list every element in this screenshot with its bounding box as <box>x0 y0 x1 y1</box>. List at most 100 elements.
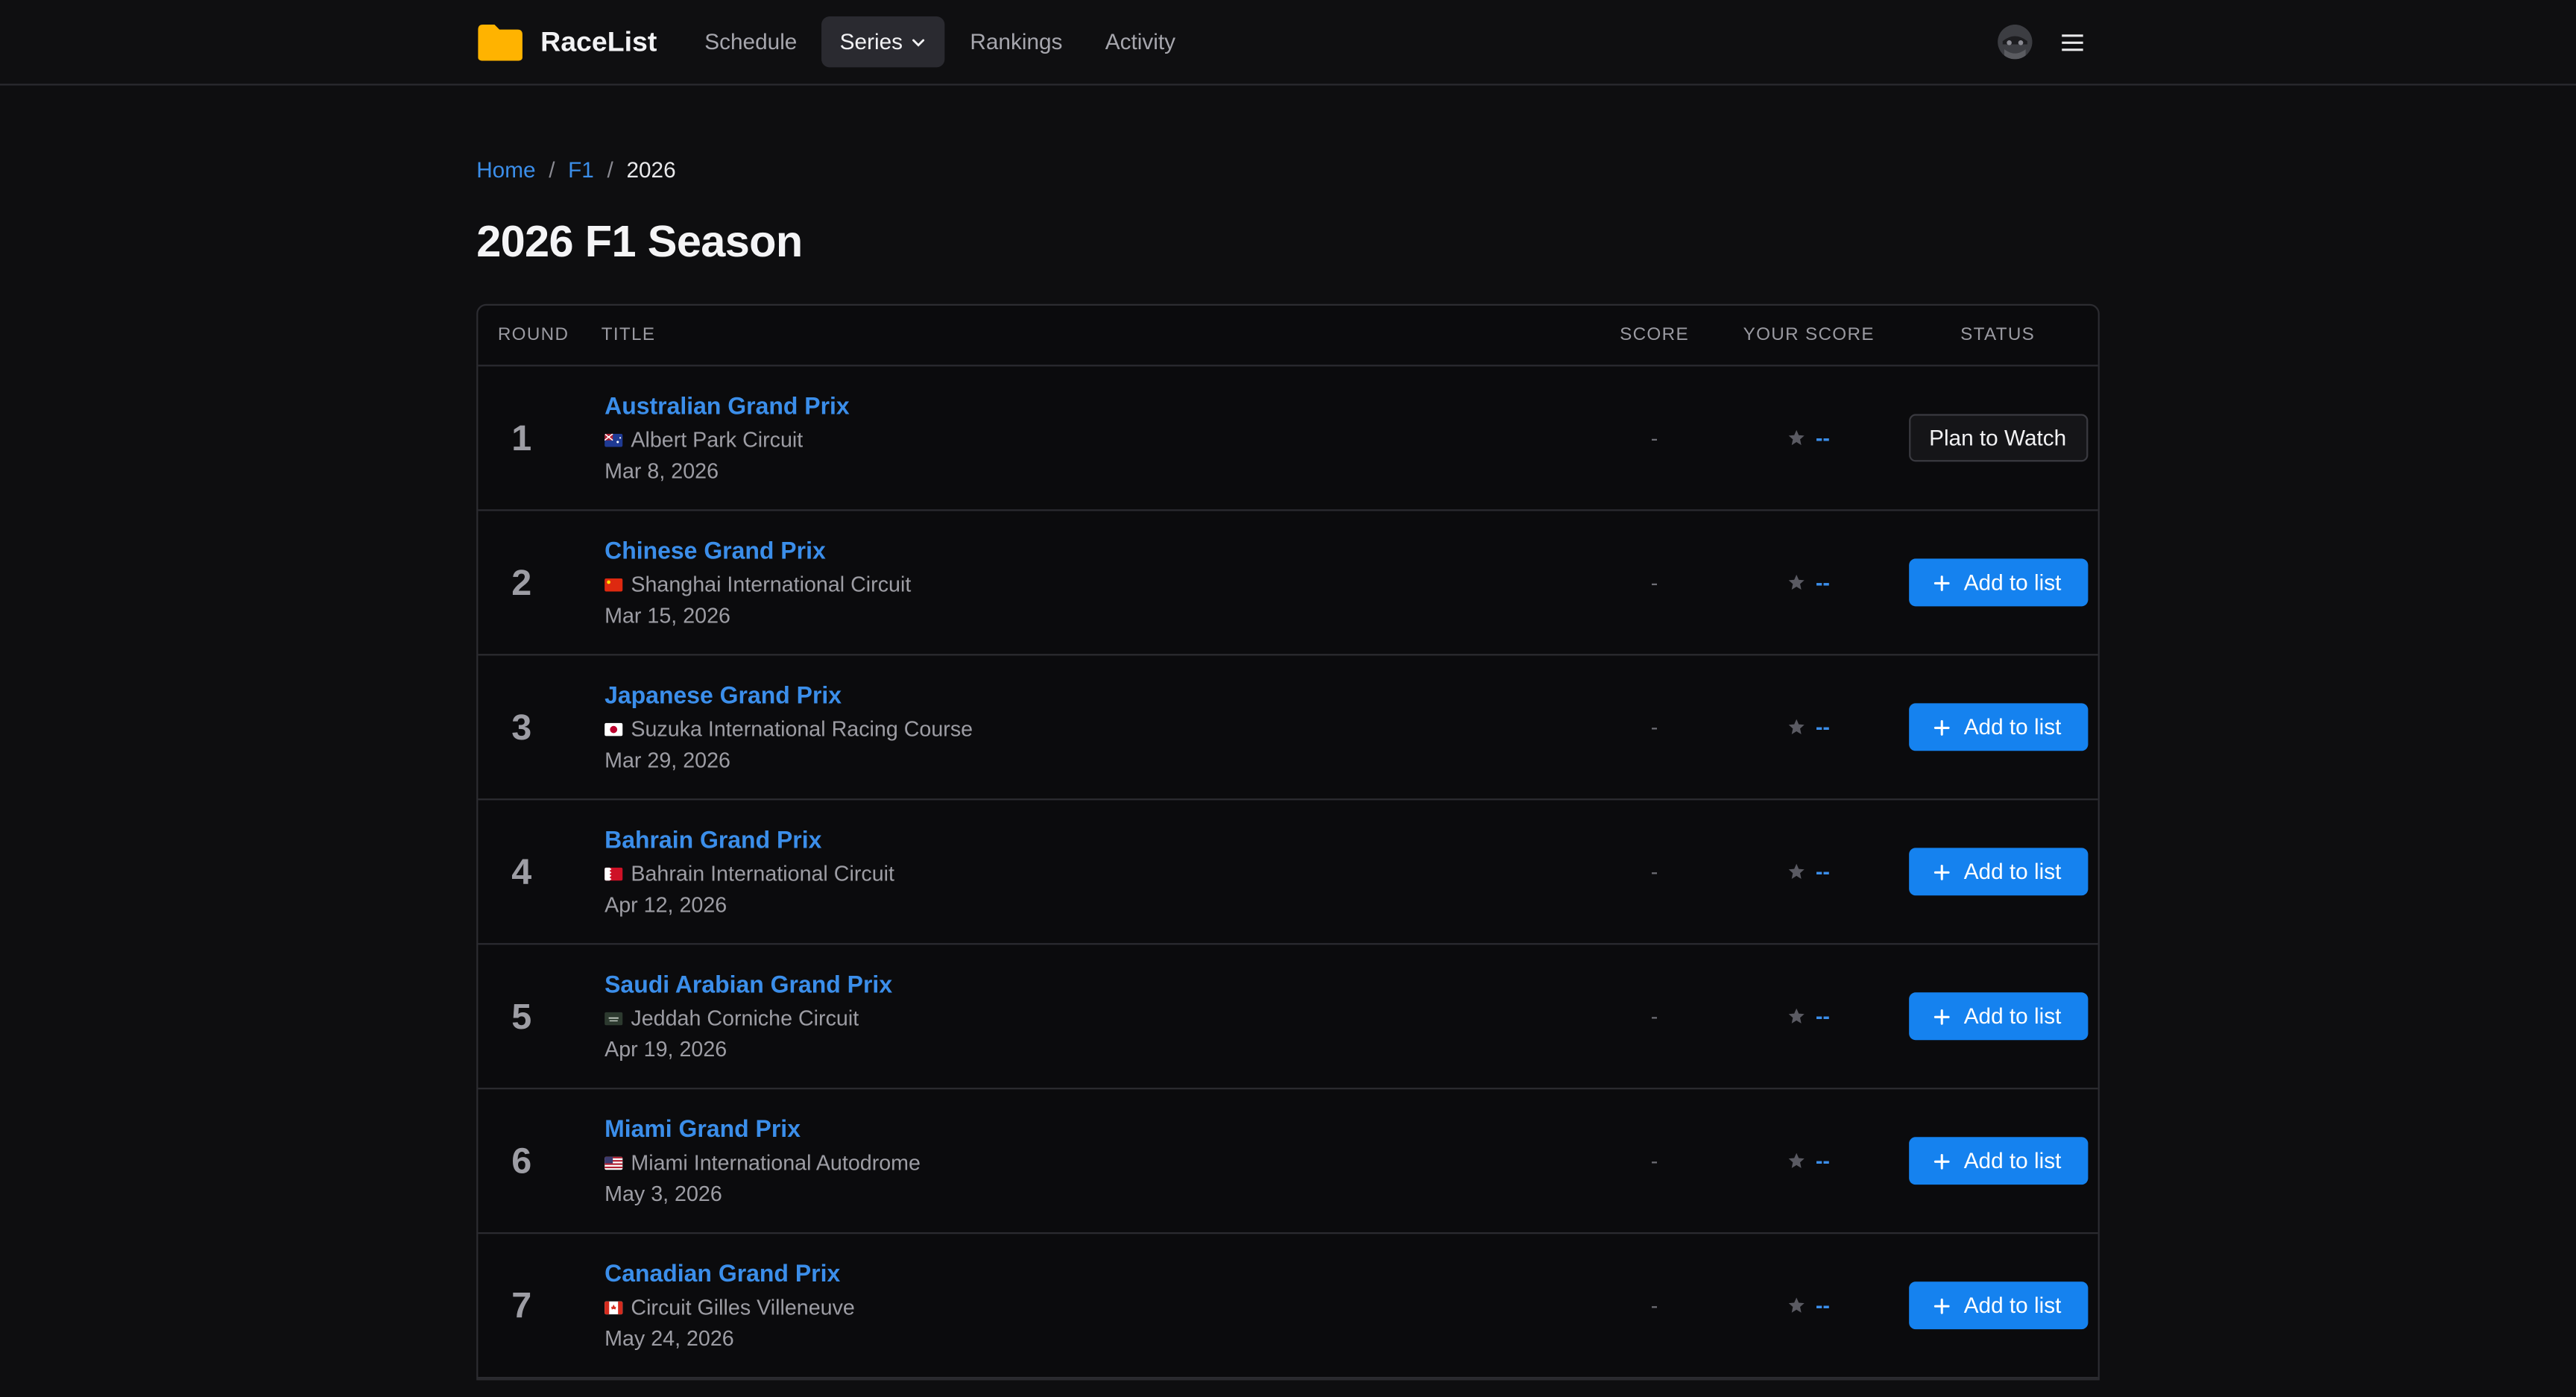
table-row: 1 Australian Grand Prix Albert Park Circ… <box>478 367 2098 511</box>
your-score-value: -- <box>1815 714 1830 740</box>
score-value: - <box>1650 1148 1658 1173</box>
plus-icon <box>1934 1297 1951 1314</box>
nav-item-activity[interactable]: Activity <box>1087 16 1193 67</box>
star-icon <box>1789 1152 1805 1168</box>
plus-icon <box>1934 863 1951 880</box>
australia-flag-icon <box>604 433 623 447</box>
status-label: Add to list <box>1963 1148 2062 1173</box>
column-header-round: ROUND <box>497 325 569 345</box>
race-title-cell: Australian Grand Prix Albert Park Circui… <box>583 393 1588 483</box>
user-avatar-icon <box>1998 25 2033 60</box>
race-name-link[interactable]: Miami Grand Prix <box>604 1116 1588 1146</box>
star-icon <box>1789 719 1805 735</box>
status-cell: Add to list <box>1898 1281 2098 1330</box>
china-flag-icon <box>604 578 623 592</box>
race-name-link[interactable]: Bahrain Grand Prix <box>604 827 1588 857</box>
score-value: - <box>1650 1293 1658 1318</box>
star-icon <box>1789 1008 1805 1024</box>
your-score-rating[interactable]: -- <box>1720 426 1898 450</box>
plus-icon <box>1934 719 1951 735</box>
status-label: Add to list <box>1963 1003 2062 1029</box>
race-date: May 24, 2026 <box>604 1325 734 1351</box>
race-name-link[interactable]: Chinese Grand Prix <box>604 537 1588 567</box>
top-navigation-inner: RaceList Schedule Series Rankings Activi… <box>476 0 2100 83</box>
status-label: Add to list <box>1963 570 2062 595</box>
table-row: 4 Bahrain Grand Prix Bahrain Internation… <box>478 800 2098 945</box>
your-score-value: -- <box>1815 1148 1830 1173</box>
avatar[interactable] <box>1998 25 2033 60</box>
table-row: 2 Chinese Grand Prix Shanghai Internatio… <box>478 511 2098 656</box>
nav-item-series[interactable]: Series <box>821 16 946 68</box>
round-number: 1 <box>511 416 532 458</box>
score-value: - <box>1650 1003 1658 1029</box>
breadcrumb-home-link[interactable]: Home <box>476 158 535 183</box>
race-date: Mar 8, 2026 <box>604 458 719 484</box>
table-row: 5 Saudi Arabian Grand Prix Jeddah Cornic… <box>478 945 2098 1090</box>
canada-flag-icon <box>604 1301 623 1315</box>
add-to-list-button[interactable]: Add to list <box>1908 558 2088 607</box>
race-name-link[interactable]: Japanese Grand Prix <box>604 682 1588 712</box>
star-icon <box>1789 574 1805 590</box>
race-date: Mar 29, 2026 <box>604 747 730 772</box>
race-name-link[interactable]: Canadian Grand Prix <box>604 1261 1588 1290</box>
circuit-line: Albert Park Circuit <box>604 427 1588 453</box>
nav-item-schedule[interactable]: Schedule <box>686 16 815 67</box>
circuit-line: Suzuka International Racing Course <box>604 716 1588 742</box>
score-value: - <box>1650 425 1658 450</box>
plus-icon <box>1934 1152 1951 1169</box>
status-cell: Add to list <box>1898 703 2098 751</box>
menu-icon[interactable] <box>2062 32 2083 51</box>
circuit-name: Miami International Autodrome <box>631 1150 921 1175</box>
your-score-rating[interactable]: -- <box>1720 715 1898 740</box>
race-date: Apr 12, 2026 <box>604 892 727 917</box>
circuit-line: Bahrain International Circuit <box>604 861 1588 887</box>
race-name-link[interactable]: Saudi Arabian Grand Prix <box>604 971 1588 1001</box>
race-title-cell: Bahrain Grand Prix Bahrain International… <box>583 827 1588 917</box>
round-number: 3 <box>511 705 532 747</box>
round-number: 5 <box>511 994 532 1036</box>
race-name-link[interactable]: Australian Grand Prix <box>604 393 1588 423</box>
top-navigation-bar: RaceList Schedule Series Rankings Activi… <box>0 0 2576 86</box>
race-date: May 3, 2026 <box>604 1181 722 1206</box>
race-title-cell: Miami Grand Prix Miami International Aut… <box>583 1116 1588 1206</box>
column-header-score: SCORE <box>1620 325 1689 345</box>
add-to-list-button[interactable]: Add to list <box>1908 703 2088 751</box>
circuit-name: Albert Park Circuit <box>631 427 804 452</box>
your-score-rating[interactable]: -- <box>1720 1149 1898 1173</box>
add-to-list-button[interactable]: Add to list <box>1908 992 2088 1041</box>
circuit-name: Circuit Gilles Villeneuve <box>631 1294 855 1319</box>
nav-item-label: Rankings <box>970 29 1063 54</box>
score-value: - <box>1650 714 1658 740</box>
race-title-cell: Japanese Grand Prix Suzuka International… <box>583 682 1588 772</box>
usa-flag-icon <box>604 1156 623 1170</box>
table-row: 6 Miami Grand Prix Miami International A… <box>478 1089 2098 1234</box>
bahrain-flag-icon <box>604 867 623 881</box>
table-row: 7 Canadian Grand Prix Circuit Gilles Vil… <box>478 1234 2098 1379</box>
column-header-title: TITLE <box>601 325 656 345</box>
main-nav: Schedule Series Rankings Activity <box>686 16 1200 68</box>
add-to-list-button[interactable]: Add to list <box>1908 1281 2088 1330</box>
breadcrumb: Home / F1 / 2026 <box>476 158 2100 183</box>
page-title: 2026 F1 Season <box>476 216 803 267</box>
circuit-line: Shanghai International Circuit <box>604 572 1588 598</box>
race-title-cell: Chinese Grand Prix Shanghai Internationa… <box>583 537 1588 628</box>
breadcrumb-series-link[interactable]: F1 <box>568 158 594 183</box>
add-to-list-button[interactable]: Add to list <box>1908 1137 2088 1185</box>
star-icon <box>1789 429 1805 446</box>
your-score-value: -- <box>1815 1293 1830 1318</box>
nav-item-label: Series <box>839 29 903 54</box>
plan-to-watch-button[interactable]: Plan to Watch <box>1908 414 2088 462</box>
circuit-name: Suzuka International Racing Course <box>631 716 973 742</box>
status-label: Add to list <box>1963 714 2062 740</box>
main-content: Home / F1 / 2026 2026 F1 Season ROUND TI… <box>476 86 2100 1381</box>
your-score-rating[interactable]: -- <box>1720 1004 1898 1029</box>
your-score-rating[interactable]: -- <box>1720 570 1898 595</box>
circuit-name: Bahrain International Circuit <box>631 860 894 886</box>
your-score-value: -- <box>1815 1003 1830 1029</box>
your-score-rating[interactable]: -- <box>1720 1293 1898 1318</box>
nav-item-rankings[interactable]: Rankings <box>952 16 1081 67</box>
your-score-rating[interactable]: -- <box>1720 860 1898 884</box>
brand-logo-link[interactable]: RaceList <box>476 22 657 62</box>
status-cell: Plan to Watch <box>1898 414 2098 462</box>
add-to-list-button[interactable]: Add to list <box>1908 848 2088 896</box>
